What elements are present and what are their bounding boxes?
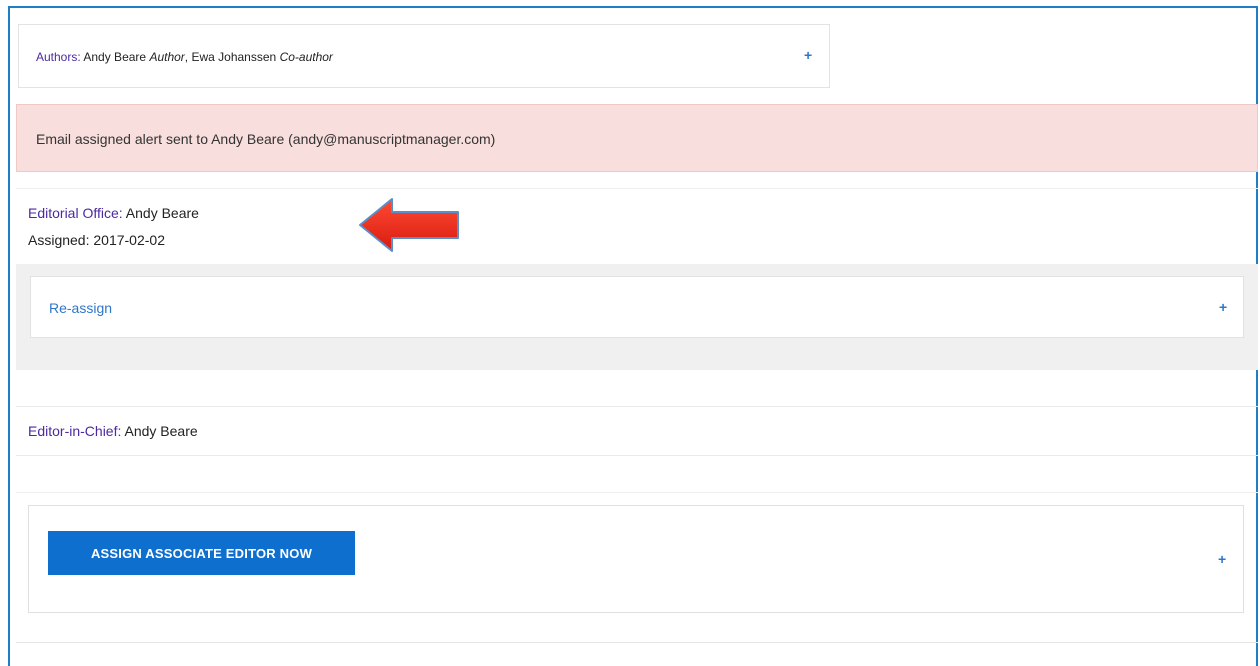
assign-associate-editor-button[interactable]: ASSIGN ASSOCIATE EDITOR NOW (48, 531, 355, 575)
reassign-section: Re-assign + (16, 264, 1258, 370)
author-1-role: Author (149, 50, 185, 64)
authors-expand-icon[interactable]: + (804, 47, 812, 63)
editorial-office-line: Editorial Office: Andy Beare (28, 205, 199, 221)
authors-label: Authors: (36, 50, 81, 64)
reassign-link[interactable]: Re-assign (49, 300, 112, 316)
assigned-line: Assigned: 2017-02-02 (28, 232, 165, 248)
editor-in-chief-name: Andy Beare (124, 423, 198, 439)
reassign-expand-icon[interactable]: + (1219, 299, 1227, 315)
editorial-office-label: Editorial Office: (28, 205, 123, 221)
alert-message: Email assigned alert sent to Andy Beare … (36, 131, 496, 147)
annotation-arrow-icon (359, 198, 459, 252)
associate-editor-expand-icon[interactable]: + (1218, 551, 1226, 567)
authors-separator: , (184, 50, 189, 64)
reassign-panel[interactable]: Re-assign + (30, 276, 1244, 338)
assigned-date: 2017-02-02 (93, 232, 165, 248)
authors-panel[interactable]: Authors: Andy Beare Author, Ewa Johansse… (18, 24, 830, 88)
assigned-label: Assigned: (28, 232, 90, 248)
editorial-office-section: Editorial Office: Andy Beare Assigned: 2… (16, 188, 1258, 264)
email-alert-banner: Email assigned alert sent to Andy Beare … (16, 104, 1258, 172)
associate-editor-section: ASSIGN ASSOCIATE EDITOR NOW + (16, 492, 1258, 642)
associate-editor-panel: ASSIGN ASSOCIATE EDITOR NOW + (28, 505, 1244, 613)
editorial-office-name: Andy Beare (125, 205, 199, 221)
authors-line: Authors: Andy Beare Author, Ewa Johansse… (36, 50, 333, 64)
author-2-role: Co-author (279, 50, 333, 64)
editor-in-chief-section: Editor-in-Chief: Andy Beare (16, 406, 1258, 456)
editor-in-chief-line: Editor-in-Chief: Andy Beare (28, 423, 198, 439)
editor-in-chief-label: Editor-in-Chief: (28, 423, 122, 439)
divider (16, 642, 1258, 643)
author-2-name: Ewa Johanssen (191, 50, 277, 64)
author-1-name: Andy Beare (83, 50, 147, 64)
